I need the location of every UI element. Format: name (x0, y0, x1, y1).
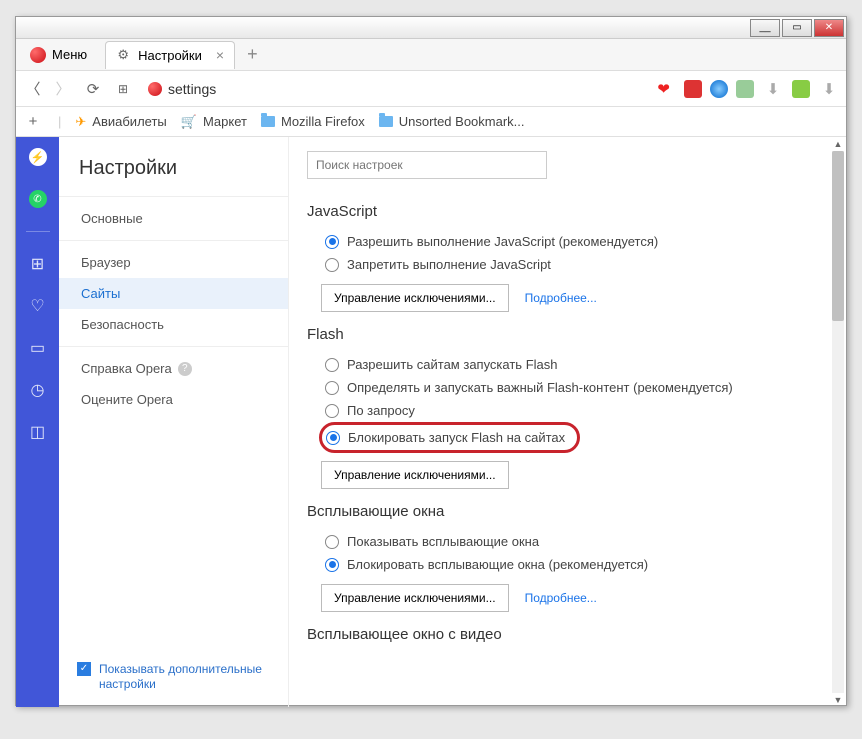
section-video-title: Всплывающее окно с видео (307, 626, 828, 643)
forward-button[interactable]: 〉 (52, 78, 74, 100)
radio-popups-show[interactable]: Показывать всплывающие окна (307, 530, 828, 553)
window-minimize-button[interactable]: __ (750, 19, 780, 37)
radio-icon (325, 358, 339, 372)
radio-flash-ondemand[interactable]: По запросу (307, 399, 828, 422)
radio-popups-block[interactable]: Блокировать всплывающие окна (рекомендуе… (307, 553, 828, 576)
bookmark-folder-firefox[interactable]: Mozilla Firefox (261, 114, 365, 129)
sidebar-item-rate[interactable]: Оцените Opera (59, 384, 288, 415)
address-input[interactable] (162, 81, 657, 97)
radio-js-deny[interactable]: Запретить выполнение JavaScript (307, 253, 828, 276)
bookmarks-bar: + | ✈Авиабилеты 🛒Маркет Mozilla Firefox … (16, 107, 846, 137)
cube-rail-icon[interactable]: ◫ (28, 422, 48, 442)
messenger-icon[interactable]: ⚡ (28, 147, 48, 167)
scrollbar-up-arrow[interactable]: ▲ (832, 137, 844, 151)
window-titlebar: __ ▭ ✕ (16, 17, 846, 39)
window-maximize-button[interactable]: ▭ (782, 19, 812, 37)
radio-flash-allow[interactable]: Разрешить сайтам запускать Flash (307, 353, 828, 376)
extension-icon-3[interactable] (736, 80, 754, 98)
section-javascript-title: JavaScript (307, 203, 828, 220)
radio-flash-block[interactable]: Блокировать запуск Flash на сайтах (322, 426, 565, 449)
page-favicon (148, 82, 162, 96)
history-rail-icon[interactable]: ◷ (28, 380, 48, 400)
heart-rail-icon[interactable]: ♡ (28, 296, 48, 316)
extension-icon-1[interactable] (684, 80, 702, 98)
folder-icon (261, 116, 275, 127)
opera-logo-icon (30, 47, 46, 63)
cart-icon: 🛒 (181, 114, 197, 130)
downloads-icon-1[interactable]: ⬇ (762, 78, 784, 100)
checkbox-checked-icon: ✓ (77, 662, 91, 676)
speed-dial-rail-icon[interactable]: ⊞ (28, 254, 48, 274)
js-manage-exceptions-button[interactable]: Управление исключениями... (321, 284, 509, 312)
bookmark-item-flights[interactable]: ✈Авиабилеты (75, 114, 166, 130)
address-bar: 〈 〉 ⟳ ⊞ ❤ ⬇ ⬇ (16, 71, 846, 107)
radio-icon (325, 381, 339, 395)
show-advanced-checkbox[interactable]: ✓ Показывать дополнительные настройки (59, 648, 288, 707)
folder-icon (379, 116, 393, 127)
js-more-link[interactable]: Подробнее... (525, 291, 597, 305)
new-tab-button[interactable]: + (247, 44, 258, 65)
left-rail: ⚡ ✆ ⊞ ♡ ▭ ◷ ◫ (16, 137, 59, 707)
sidebar-item-basic[interactable]: Основные (59, 203, 288, 234)
news-rail-icon[interactable]: ▭ (28, 338, 48, 358)
help-icon: ? (178, 362, 192, 376)
main-area: ⚡ ✆ ⊞ ♡ ▭ ◷ ◫ Настройки Основные Браузер… (16, 137, 846, 707)
settings-content: JavaScript Разрешить выполнение JavaScri… (289, 137, 846, 707)
bookmark-item-market[interactable]: 🛒Маркет (181, 114, 247, 130)
sidebar-item-browser[interactable]: Браузер (59, 247, 288, 278)
sidebar-item-sites[interactable]: Сайты (59, 278, 288, 309)
back-button[interactable]: 〈 (22, 78, 44, 100)
address-field-wrapper: ❤ (142, 75, 676, 103)
sidebar-item-help[interactable]: Справка Opera? (59, 353, 288, 384)
window-close-button[interactable]: ✕ (814, 19, 844, 37)
bookmark-folder-unsorted[interactable]: Unsorted Bookmark... (379, 114, 525, 129)
tab-label: Настройки (138, 48, 202, 63)
settings-sidebar: Настройки Основные Браузер Сайты Безопас… (59, 137, 289, 707)
flash-manage-exceptions-button[interactable]: Управление исключениями... (321, 461, 509, 489)
scrollbar-down-arrow[interactable]: ▼ (832, 693, 844, 707)
popups-more-link[interactable]: Подробнее... (525, 591, 597, 605)
sidebar-item-security[interactable]: Безопасность (59, 309, 288, 340)
radio-icon (325, 535, 339, 549)
reload-button[interactable]: ⟳ (82, 78, 104, 100)
opera-menu-button[interactable]: Меню (20, 43, 97, 67)
tab-bar: Меню ⚙ Настройки × + (16, 39, 846, 71)
section-flash-title: Flash (307, 326, 828, 343)
content-scrollbar[interactable]: ▲ ▼ (832, 137, 844, 707)
page-title: Настройки (59, 157, 288, 196)
extension-icon-2[interactable] (710, 80, 728, 98)
tab-settings[interactable]: ⚙ Настройки × (105, 41, 235, 69)
menu-label: Меню (52, 47, 87, 62)
radio-selected-icon (325, 235, 339, 249)
divider (26, 231, 50, 232)
radio-selected-icon (325, 558, 339, 572)
radio-icon (325, 404, 339, 418)
bookmark-heart-icon[interactable]: ❤ (657, 80, 670, 98)
radio-icon (325, 258, 339, 272)
radio-js-allow[interactable]: Разрешить выполнение JavaScript (рекомен… (307, 230, 828, 253)
highlighted-option: Блокировать запуск Flash на сайтах (319, 422, 580, 453)
radio-selected-icon (326, 431, 340, 445)
scrollbar-thumb[interactable] (832, 151, 844, 321)
section-popups-title: Всплывающие окна (307, 503, 828, 520)
gear-icon: ⚙ (116, 48, 130, 62)
add-bookmark-button[interactable]: + (22, 111, 44, 133)
settings-search-input[interactable] (307, 151, 547, 179)
browser-window: __ ▭ ✕ Меню ⚙ Настройки × + 〈 〉 ⟳ ⊞ ❤ ⬇ … (15, 16, 847, 706)
speed-dial-button[interactable]: ⊞ (112, 78, 134, 100)
tab-close-button[interactable]: × (216, 47, 224, 63)
radio-flash-detect[interactable]: Определять и запускать важный Flash-конт… (307, 376, 828, 399)
downloads-icon-2[interactable]: ⬇ (818, 78, 840, 100)
plane-icon: ✈ (75, 114, 86, 130)
extension-icon-4[interactable] (792, 80, 810, 98)
whatsapp-icon[interactable]: ✆ (28, 189, 48, 209)
popups-manage-exceptions-button[interactable]: Управление исключениями... (321, 584, 509, 612)
